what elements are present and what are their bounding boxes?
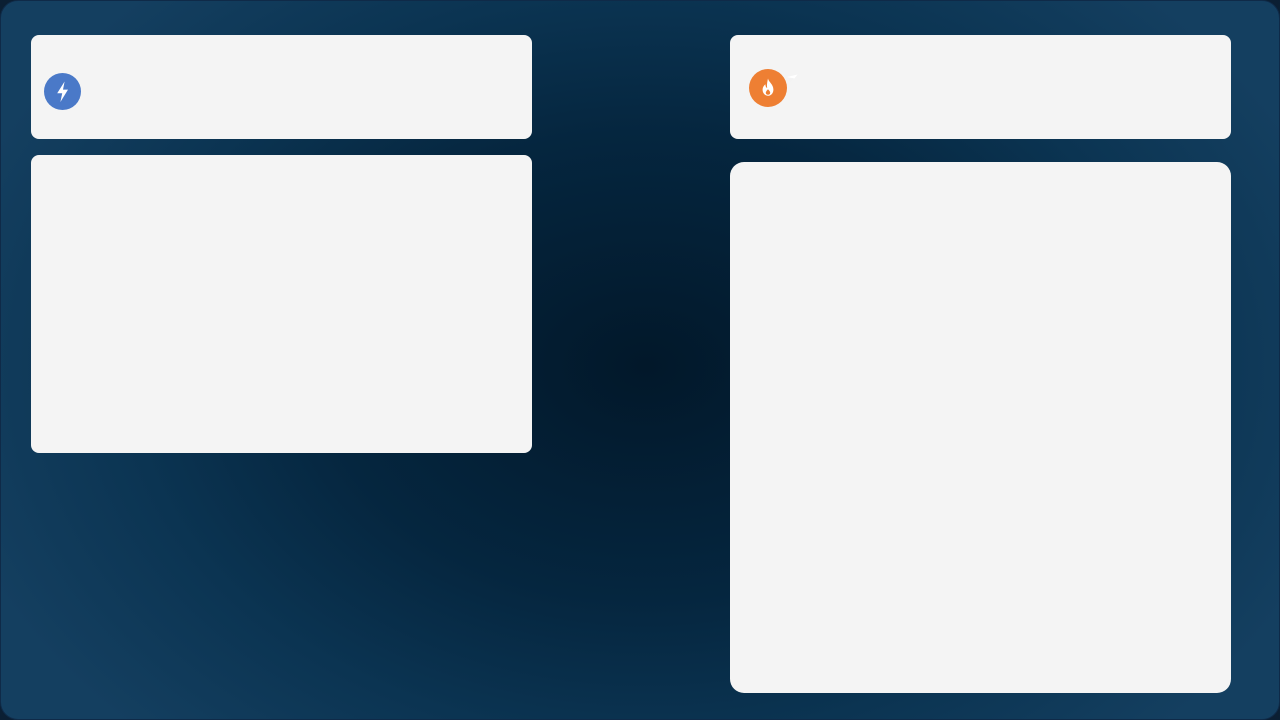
app-canvas xyxy=(0,0,1280,720)
left-content-card xyxy=(31,155,532,453)
right-header-card xyxy=(730,35,1231,139)
left-header-card xyxy=(31,35,532,139)
right-content-card xyxy=(730,162,1231,693)
lightning-bolt-icon xyxy=(44,73,81,110)
flame-icon xyxy=(749,69,787,107)
sparkle-icon xyxy=(786,73,798,85)
